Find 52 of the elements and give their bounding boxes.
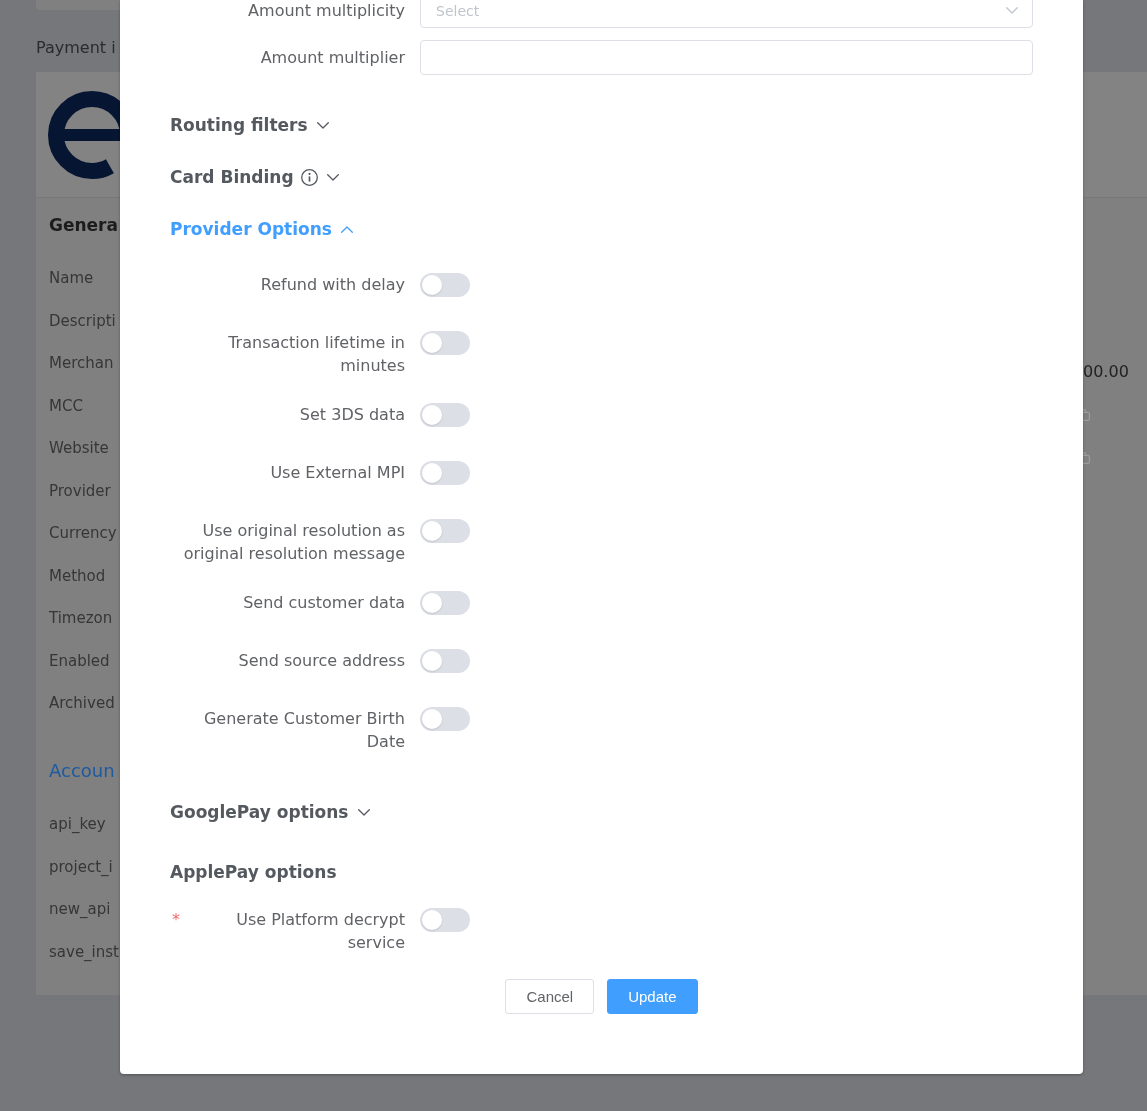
- section-title: ApplePay options: [170, 861, 337, 884]
- field-label: Provider: [49, 480, 111, 501]
- field-label: Method: [49, 565, 106, 586]
- option-label: Refund with delay: [260, 274, 405, 296]
- toggle-switch[interactable]: [420, 649, 470, 673]
- section-toggle[interactable]: Routing filters: [170, 111, 329, 139]
- field-label: Merchan: [49, 353, 114, 373]
- option-label: Generate Customer Birth Date: [202, 708, 405, 753]
- required-mark: *: [172, 909, 180, 931]
- field-label: Timezon: [49, 608, 113, 628]
- field-label: Name: [49, 268, 94, 288]
- info-icon[interactable]: [300, 168, 318, 186]
- toggle-switch[interactable]: [420, 273, 470, 297]
- chevron-up-icon[interactable]: [340, 225, 353, 233]
- option-label: Set 3DS data: [299, 404, 405, 426]
- option-label: Use Platform decrypt service: [235, 909, 405, 954]
- field-label: Amount multiplicity: [248, 0, 405, 20]
- option-label: Send source address: [238, 650, 405, 672]
- section-toggle[interactable]: Card Binding: [170, 163, 339, 191]
- field-label: Enabled: [49, 650, 110, 671]
- chevron-down-icon[interactable]: [357, 808, 370, 816]
- option-label: Use External MPI: [270, 462, 405, 484]
- logo-icon: [48, 90, 120, 179]
- field-label: new_api: [49, 899, 111, 919]
- field-label: save_inst: [49, 941, 119, 962]
- field-label: api_key: [49, 814, 106, 834]
- amount-value: 00.00: [1083, 362, 1129, 382]
- input-field[interactable]: [420, 40, 1033, 75]
- toggle-switch[interactable]: [420, 519, 470, 543]
- section-title: Accoun: [49, 759, 115, 783]
- field-label: Descripti: [49, 310, 116, 331]
- toggle-switch[interactable]: [420, 707, 470, 731]
- field-label: Archived: [49, 693, 115, 713]
- field-label: MCC: [49, 395, 83, 416]
- chevron-down-icon[interactable]: [316, 121, 329, 129]
- section-toggle[interactable]: GooglePay options: [170, 798, 370, 826]
- cancel-button[interactable]: Cancel: [505, 979, 595, 1014]
- toggle-switch[interactable]: [420, 908, 470, 932]
- section-title: Genera: [49, 214, 118, 237]
- field-label: Website: [49, 438, 109, 458]
- toggle-switch[interactable]: [420, 331, 470, 355]
- field-label: Currency: [49, 523, 117, 543]
- option-label: Use original resolution as original resolution message: [182, 520, 405, 565]
- field-label: project_i: [49, 856, 113, 877]
- field-label: Amount multiplier: [260, 47, 405, 67]
- toggle-switch[interactable]: [420, 591, 470, 615]
- option-label: Transaction lifetime in minutes: [227, 332, 405, 377]
- chevron-down-icon[interactable]: [326, 173, 339, 181]
- option-label: Send customer data: [243, 592, 405, 614]
- toggle-switch[interactable]: [420, 461, 470, 485]
- toggle-switch[interactable]: [420, 403, 470, 427]
- section-title: Payment i: [36, 38, 116, 58]
